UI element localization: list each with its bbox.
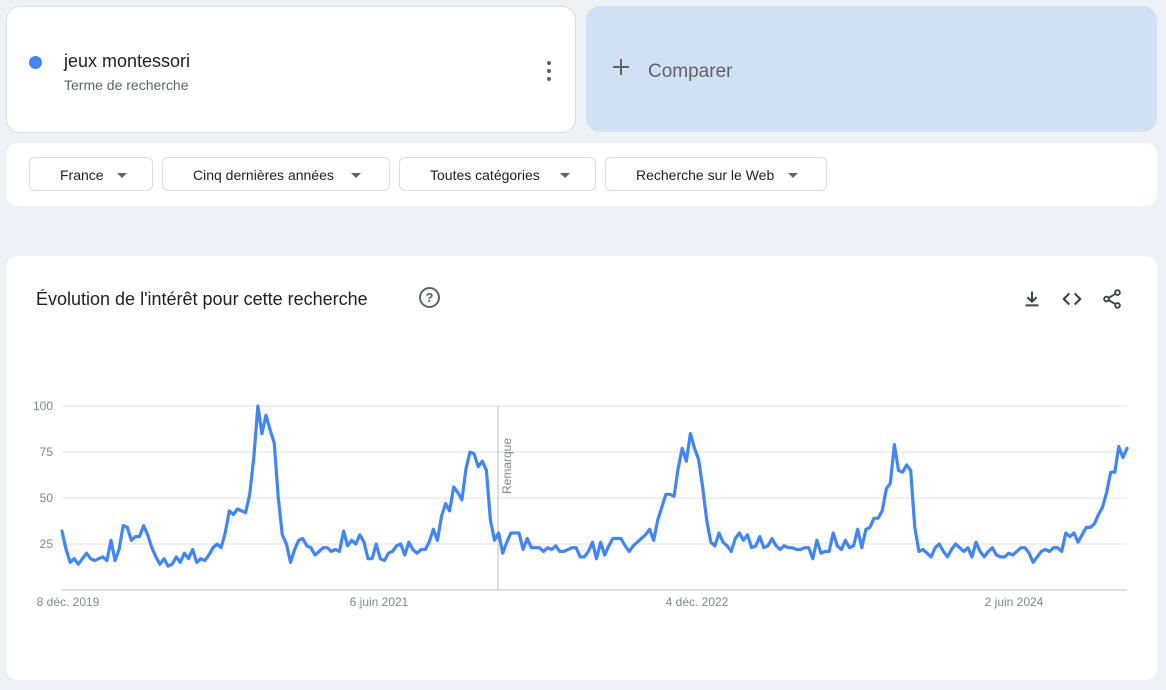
search-type-filter-label: Recherche sur le Web [636,167,775,183]
x-tick-label: 4 déc. 2022 [666,595,729,609]
filters-bar: France Cinq dernières années Toutes caté… [6,143,1157,206]
interest-line-chart: 100 75 50 25 8 déc. 2019 6 juin 2021 4 déc. 20… [33,399,1129,609]
category-filter-label: Toutes catégories [430,167,540,183]
embed-icon[interactable] [1061,288,1083,310]
time-range-filter-label: Cinq dernières années [193,167,334,183]
y-tick-label: 75 [40,445,54,459]
more-options-icon[interactable] [537,59,561,83]
search-term-subtitle: Terme de recherche [64,77,189,93]
y-tick-label: 50 [40,491,54,505]
search-term-card: jeux montessori Terme de recherche [6,6,576,133]
interest-over-time-card: Évolution de l'intérêt pour cette recher… [6,256,1157,680]
series-line [60,404,1129,568]
category-filter-dropdown[interactable]: Toutes catégories [399,157,596,191]
annotation-label: Remarque [500,438,514,494]
region-filter-dropdown[interactable]: France [29,157,153,191]
chevron-down-icon [117,173,127,178]
time-range-filter-dropdown[interactable]: Cinq dernières années [162,157,390,191]
x-tick-label: 2 juin 2024 [985,595,1044,609]
search-term-name[interactable]: jeux montessori [64,51,190,72]
download-icon[interactable] [1021,288,1043,310]
share-icon[interactable] [1101,288,1123,310]
plus-icon [612,58,630,76]
help-icon[interactable]: ? [419,287,440,308]
chart-title: Évolution de l'intérêt pour cette recher… [36,289,368,309]
search-type-filter-dropdown[interactable]: Recherche sur le Web [605,157,827,191]
chevron-down-icon [351,173,361,178]
chevron-down-icon [560,173,570,178]
chevron-down-icon [788,173,798,178]
x-tick-label: 8 déc. 2019 [37,595,100,609]
series-color-dot [29,56,42,69]
region-filter-label: France [60,167,104,183]
compare-label: Comparer [648,61,733,82]
y-tick-label: 25 [40,537,54,551]
y-tick-label: 100 [33,399,53,413]
compare-button[interactable]: Comparer [586,6,1157,132]
x-tick-label: 6 juin 2021 [350,595,409,609]
